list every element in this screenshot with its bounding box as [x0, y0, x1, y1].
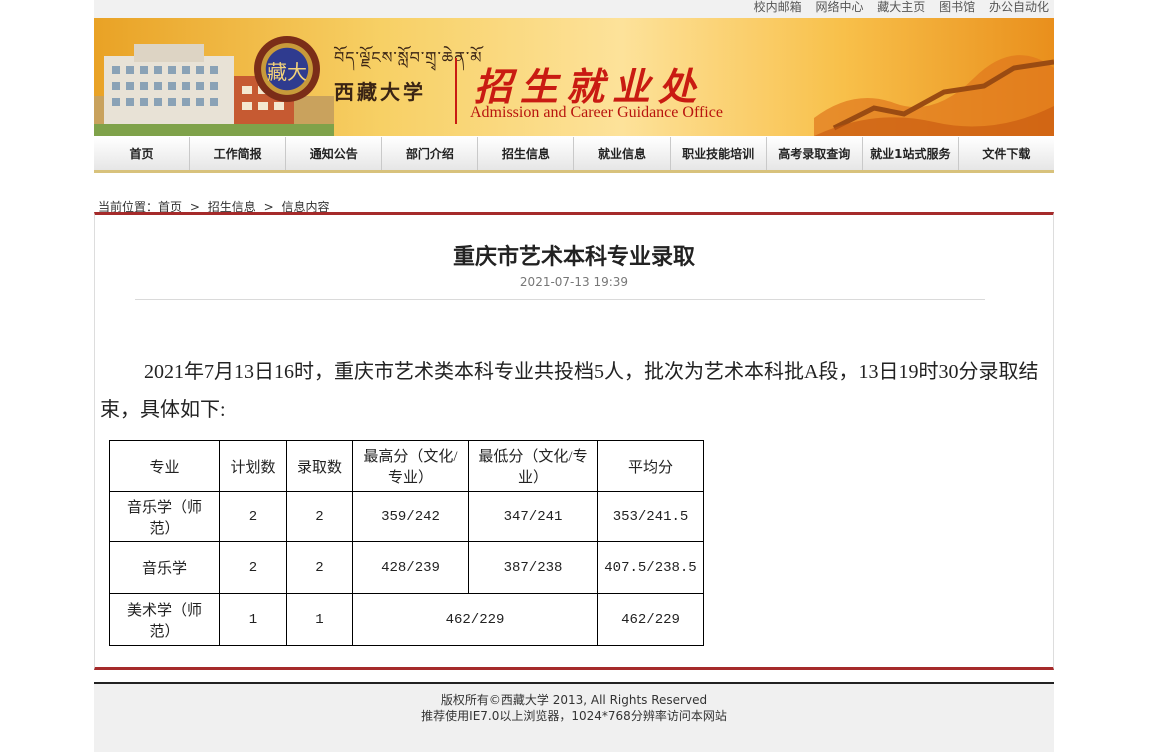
table-cell: 2 — [286, 541, 353, 594]
footer-copyright: 版权所有©西藏大学 2013, All Rights Reserved — [440, 693, 708, 707]
nav-downloads[interactable]: 文件下载 — [959, 137, 1054, 170]
nav-work-briefing[interactable]: 工作简报 — [190, 137, 287, 170]
table-header-cell: 平均分 — [597, 440, 704, 492]
table-row: 音乐学 2 2 428/239 387/238 407.5/238.5 — [109, 541, 704, 594]
top-link-oa[interactable]: 办公自动化 — [989, 0, 1049, 14]
table-cell-major: 音乐学（师范） — [109, 491, 220, 542]
nav-admission-info[interactable]: 招生信息 — [478, 137, 575, 170]
nav-notices[interactable]: 通知公告 — [286, 137, 383, 170]
nav-admission-query[interactable]: 高考录取查询 — [767, 137, 863, 170]
nav-one-stop-service[interactable]: 就业1站式服务 — [863, 137, 959, 170]
article-container: 重庆市艺术本科专业录取 2021-07-13 19:39 2021年7月13日1… — [94, 212, 1054, 670]
table-cell: 387/238 — [468, 541, 598, 594]
table-header-cell: 专业 — [109, 440, 220, 492]
table-header-cell: 计划数 — [219, 440, 287, 492]
table-header-cell: 最低分（文化/专业） — [468, 440, 598, 492]
table-cell: 2 — [219, 541, 287, 594]
office-name-cn: 招生就业处 — [474, 64, 705, 109]
title-divider — [135, 299, 985, 300]
table-cell: 1 — [219, 593, 287, 646]
university-seal-logo: 藏大 — [254, 36, 320, 102]
table-row: 美术学（师范） 1 1 462/229 462/229 — [109, 593, 704, 646]
table-cell-major: 美术学（师范） — [109, 593, 220, 646]
table-header-cell: 最高分（文化/专业） — [352, 440, 469, 492]
footer: 版权所有©西藏大学 2013, All Rights Reserved 推荐使用… — [94, 682, 1054, 752]
table-header-cell: 录取数 — [286, 440, 353, 492]
header-divider — [455, 58, 457, 124]
table-cell: 353/241.5 — [597, 491, 704, 542]
table-cell-merged: 462/229 — [352, 593, 598, 646]
page-wrapper: 校内邮箱 网络中心 藏大主页 图书馆 办公自动化 藏大 བོད་ལྗོངས་སླ… — [94, 0, 1054, 752]
table-cell: 428/239 — [352, 541, 469, 594]
footer-browser-note: 推荐使用IE7.0以上浏览器，1024*768分辨率访问本网站 — [421, 709, 727, 723]
nav-employment-info[interactable]: 就业信息 — [574, 137, 671, 170]
top-links-bar: 校内邮箱 网络中心 藏大主页 图书馆 办公自动化 — [94, 0, 1054, 18]
top-link-mail[interactable]: 校内邮箱 — [754, 0, 802, 14]
office-name-en: Admission and Career Guidance Office — [470, 104, 723, 121]
admission-table: 专业 计划数 录取数 最高分（文化/专业） 最低分（文化/专业） 平均分 音乐学… — [109, 440, 704, 646]
table-cell: 462/229 — [597, 593, 704, 646]
main-nav: 首页 工作简报 通知公告 部门介绍 招生信息 就业信息 职业技能培训 高考录取查… — [94, 137, 1054, 173]
top-link-homepage[interactable]: 藏大主页 — [877, 0, 925, 14]
table-row: 音乐学（师范） 2 2 359/242 347/241 353/241.5 — [109, 491, 704, 542]
nav-home[interactable]: 首页 — [94, 137, 191, 170]
university-name: 西藏大学 — [334, 80, 426, 104]
seal-text: 藏大 — [267, 60, 307, 84]
great-wall-illustration — [814, 55, 1054, 136]
table-cell: 347/241 — [468, 491, 598, 542]
top-link-library[interactable]: 图书馆 — [939, 0, 975, 14]
table-header-row: 专业 计划数 录取数 最高分（文化/专业） 最低分（文化/专业） 平均分 — [109, 440, 704, 492]
article-date: 2021-07-13 19:39 — [519, 275, 629, 289]
table-cell: 407.5/238.5 — [597, 541, 704, 594]
header-banner: 藏大 བོད་ལྗོངས་སློབ་གྲྭ་ཆེན་མོ 西藏大学 招生就业处 … — [94, 18, 1054, 136]
nav-department[interactable]: 部门介绍 — [382, 137, 479, 170]
article-paragraph: 2021年7月13日16时，重庆市艺术类本科专业共投档5人，批次为艺术本科批A段… — [100, 361, 1039, 421]
table-cell: 1 — [286, 593, 353, 646]
table-cell-major: 音乐学 — [109, 541, 220, 594]
table-cell: 2 — [286, 491, 353, 542]
article-title: 重庆市艺术本科专业录取 — [452, 245, 695, 270]
top-link-network[interactable]: 网络中心 — [815, 0, 863, 14]
table-cell: 2 — [219, 491, 287, 542]
table-cell: 359/242 — [352, 491, 469, 542]
nav-skills-training[interactable]: 职业技能培训 — [671, 137, 767, 170]
